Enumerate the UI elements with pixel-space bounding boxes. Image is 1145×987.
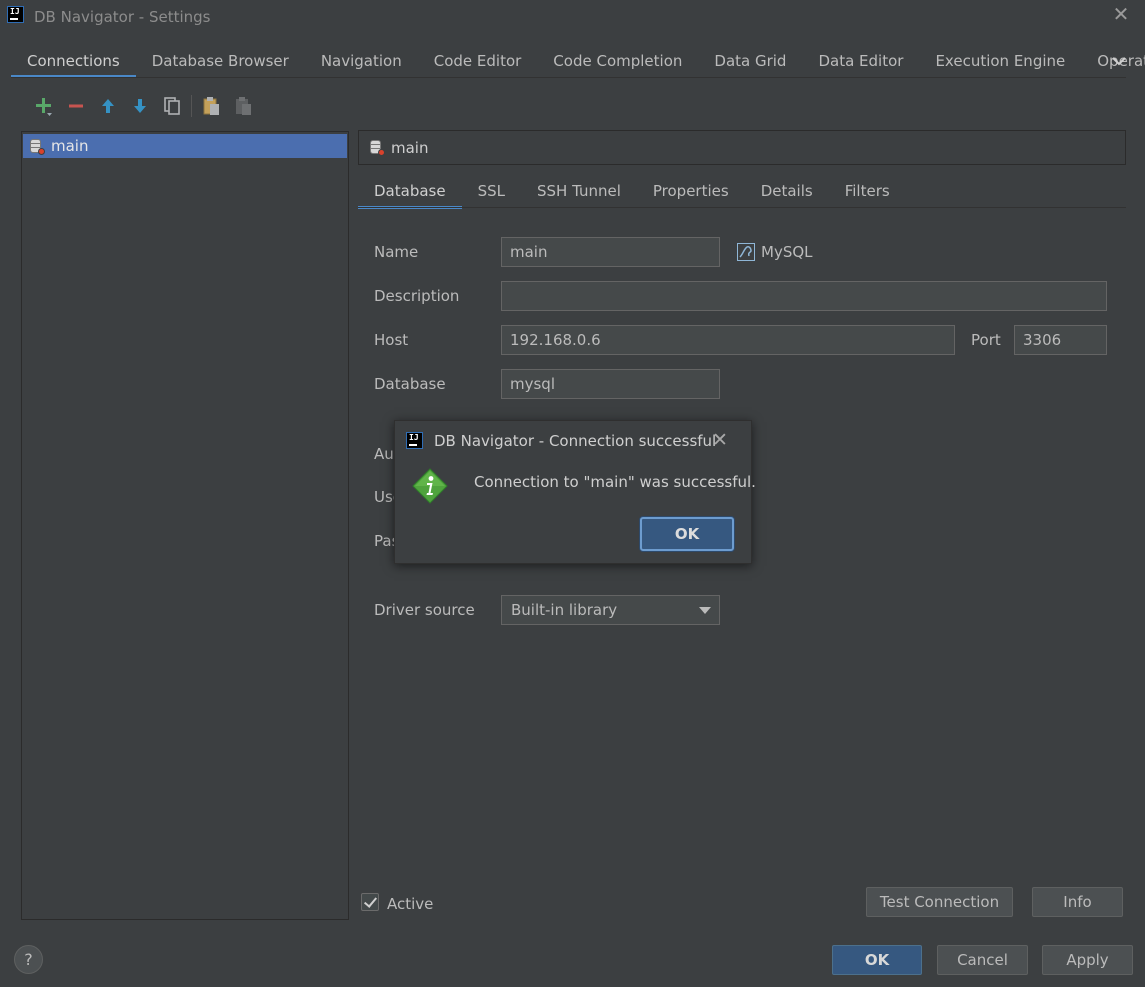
port-label: Port xyxy=(971,331,1001,349)
driver-source-value: Built-in library xyxy=(511,601,618,619)
info-button[interactable]: Info xyxy=(1032,887,1123,917)
connection-tabs: Database SSL SSH Tunnel Properties Detai… xyxy=(358,176,906,209)
tab-data-grid[interactable]: Data Grid xyxy=(698,44,802,78)
move-up-icon[interactable] xyxy=(92,93,124,119)
test-connection-button[interactable]: Test Connection xyxy=(866,887,1013,917)
paste-icon[interactable] xyxy=(195,93,227,119)
chevron-down-icon[interactable] xyxy=(1110,51,1128,71)
dialog-close-icon[interactable]: ✕ xyxy=(709,429,731,451)
tab-properties[interactable]: Properties xyxy=(637,176,745,209)
driver-source-select[interactable]: Built-in library xyxy=(501,595,720,625)
active-checkbox[interactable] xyxy=(361,893,379,911)
cancel-button[interactable]: Cancel xyxy=(937,945,1028,975)
db-type-label: MySQL xyxy=(761,243,813,261)
database-icon xyxy=(29,138,45,155)
tab-ssh-tunnel[interactable]: SSH Tunnel xyxy=(521,176,637,209)
active-label: Active xyxy=(387,895,434,913)
connection-header: main xyxy=(358,130,1126,165)
intellij-app-icon: IJ xyxy=(7,6,24,23)
window-title: DB Navigator - Settings xyxy=(34,8,211,26)
dropdown-arrow-icon xyxy=(699,607,711,614)
database-label: Database xyxy=(374,375,446,393)
tab-database[interactable]: Database xyxy=(358,176,462,209)
copy-icon[interactable] xyxy=(156,93,188,119)
connection-header-label: main xyxy=(391,138,429,157)
tab-ssl[interactable]: SSL xyxy=(462,176,521,209)
tab-database-browser[interactable]: Database Browser xyxy=(136,44,305,78)
driver-source-label: Driver source xyxy=(374,601,475,619)
ok-button[interactable]: OK xyxy=(832,945,922,975)
database-icon xyxy=(369,139,385,156)
tab-navigation[interactable]: Navigation xyxy=(305,44,418,78)
tab-code-completion[interactable]: Code Completion xyxy=(537,44,698,78)
connections-toolbar xyxy=(28,93,259,119)
name-field[interactable] xyxy=(501,237,720,267)
mysql-icon xyxy=(737,243,755,261)
tab-connections[interactable]: Connections xyxy=(11,44,136,78)
title-bar: IJ DB Navigator - Settings ✕ xyxy=(0,0,1145,34)
tab-filters[interactable]: Filters xyxy=(829,176,906,209)
tab-data-editor[interactable]: Data Editor xyxy=(802,44,919,78)
add-icon[interactable] xyxy=(28,93,60,119)
move-down-icon[interactable] xyxy=(124,93,156,119)
window-close-icon[interactable]: ✕ xyxy=(1110,3,1132,25)
settings-tabs: Connections Database Browser Navigation … xyxy=(11,44,1145,78)
remove-icon[interactable] xyxy=(60,93,92,119)
description-field[interactable] xyxy=(501,281,1107,311)
tab-details[interactable]: Details xyxy=(745,176,829,209)
database-field[interactable] xyxy=(501,369,720,399)
list-item[interactable]: main xyxy=(23,134,347,158)
host-label: Host xyxy=(374,331,409,349)
tabs-divider xyxy=(11,77,1126,78)
intellij-app-icon: IJ xyxy=(406,432,423,449)
name-label: Name xyxy=(374,243,419,261)
connection-success-dialog: IJ DB Navigator - Connection successful … xyxy=(394,420,756,564)
connection-label: main xyxy=(51,137,89,155)
help-button[interactable]: ? xyxy=(14,945,43,974)
authentication-label: Au xyxy=(374,445,394,463)
description-label: Description xyxy=(374,287,460,305)
toolbar-separator xyxy=(191,95,192,117)
dialog-message: Connection to "main" was successful. xyxy=(474,473,756,491)
connection-list[interactable]: main xyxy=(21,131,349,920)
info-icon xyxy=(412,468,448,504)
dialog-title: DB Navigator - Connection successful xyxy=(434,432,717,450)
apply-button[interactable]: Apply xyxy=(1042,945,1133,975)
tab-code-editor[interactable]: Code Editor xyxy=(418,44,538,78)
paste-disabled-icon xyxy=(227,93,259,119)
dialog-ok-button[interactable]: OK xyxy=(640,517,734,551)
tab-execution-engine[interactable]: Execution Engine xyxy=(919,44,1081,78)
port-field[interactable] xyxy=(1014,325,1107,355)
sub-tabs-divider xyxy=(358,207,1126,208)
host-field[interactable] xyxy=(501,325,955,355)
